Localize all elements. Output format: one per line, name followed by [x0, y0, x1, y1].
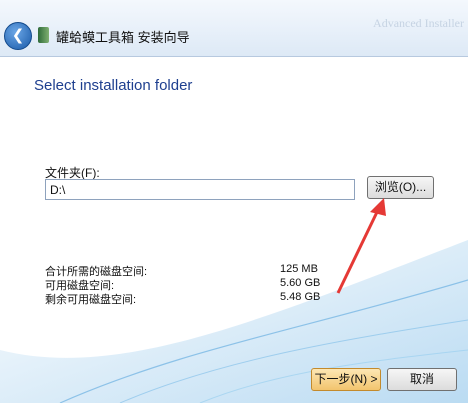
folder-path-input[interactable]	[45, 179, 355, 200]
title-bar: ❮ 罐蛤蟆工具箱 安装向导 Advanced Installer	[0, 0, 468, 57]
next-button[interactable]: 下一步(N) >	[311, 368, 381, 391]
space-required-value: 125 MB	[280, 263, 318, 275]
app-icon	[38, 27, 49, 43]
installer-window: ❮ 罐蛤蟆工具箱 安装向导 Advanced Installer Select …	[0, 0, 468, 403]
space-remaining-value: 5.48 GB	[280, 291, 321, 303]
back-arrow-icon: ❮	[11, 27, 25, 44]
back-button[interactable]: ❮	[4, 22, 32, 50]
space-available-value: 5.60 GB	[280, 277, 321, 289]
red-arrow-annotation	[336, 198, 386, 294]
browse-button[interactable]: 浏览(O)...	[367, 176, 434, 199]
brand-watermark: Advanced Installer	[373, 16, 464, 30]
window-title: 罐蛤蟆工具箱 安装向导	[56, 30, 190, 45]
space-remaining-label: 剩余可用磁盘空间:	[45, 294, 137, 306]
page-heading: Select installation folder	[34, 77, 193, 94]
cancel-button[interactable]: 取消	[387, 368, 457, 391]
